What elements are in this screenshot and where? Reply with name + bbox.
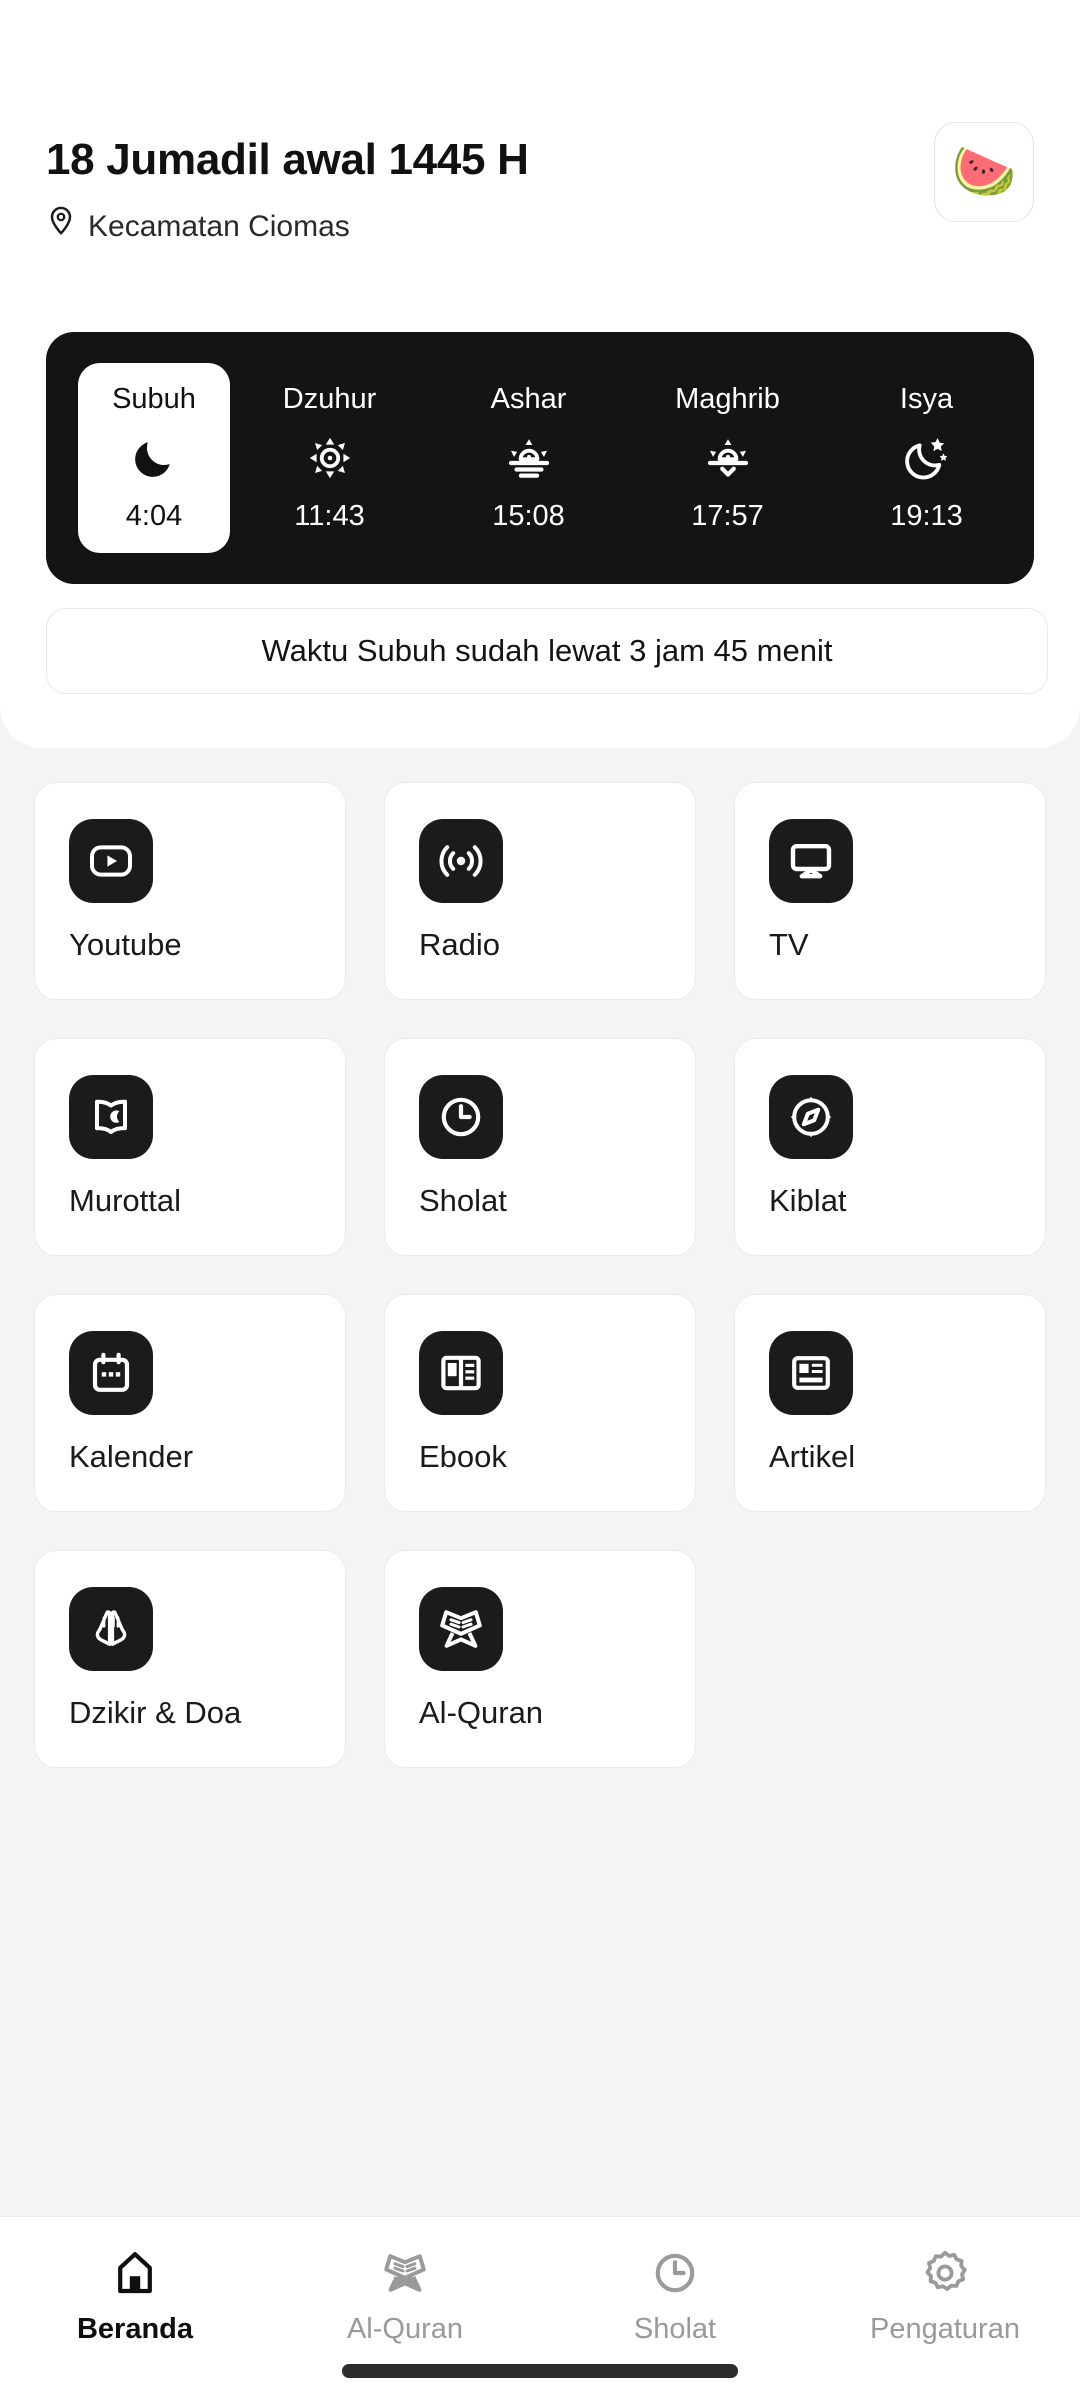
clock-icon bbox=[419, 1075, 503, 1159]
quran-icon bbox=[381, 2247, 429, 2299]
calendar-icon bbox=[69, 1331, 153, 1415]
praying-hands-icon bbox=[69, 1587, 153, 1671]
menu-card-ebook[interactable]: Ebook bbox=[384, 1294, 696, 1512]
menu-label: Youtube bbox=[69, 927, 182, 962]
menu-card-sholat[interactable]: Sholat bbox=[384, 1038, 696, 1256]
newspaper-icon bbox=[769, 1331, 853, 1415]
watermelon-icon: 🍉 bbox=[951, 143, 1017, 201]
app-screen: 8:16 | 0.0KB/s bbox=[0, 0, 1080, 2400]
prayer-name: Maghrib bbox=[675, 383, 780, 415]
menu-label: Dzikir & Doa bbox=[69, 1695, 242, 1730]
menu-label: Artikel bbox=[769, 1439, 856, 1474]
sun-icon bbox=[307, 434, 353, 482]
crescent-moon-icon bbox=[131, 434, 177, 482]
prayer-times-card: Subuh 4:04 Dzuhur 11:43 Ashar 15:08 Magh… bbox=[46, 332, 1034, 584]
menu-label: Kalender bbox=[69, 1439, 194, 1474]
menu-label: Murottal bbox=[69, 1183, 181, 1218]
nav-item-pengaturan[interactable]: Pengaturan bbox=[810, 2247, 1080, 2344]
location-row[interactable]: Kecamatan Ciomas bbox=[46, 206, 529, 247]
menu-label: Al-Quran bbox=[419, 1695, 544, 1730]
menu-label: Radio bbox=[419, 927, 500, 962]
prayer-time: 11:43 bbox=[294, 500, 365, 532]
nav-label: Sholat bbox=[633, 2313, 717, 2345]
header-left: 18 Jumadil awal 1445 H Kecamatan Ciomas bbox=[46, 122, 529, 247]
nav-item-sholat[interactable]: Sholat bbox=[540, 2247, 810, 2344]
youtube-icon bbox=[69, 819, 153, 903]
menu-card-tv[interactable]: TV bbox=[734, 782, 1046, 1000]
menu-card-kiblat[interactable]: Kiblat bbox=[734, 1038, 1046, 1256]
page-title: 18 Jumadil awal 1445 H bbox=[46, 135, 529, 184]
moon-stars-icon bbox=[904, 434, 950, 482]
prayer-status-text: Waktu Subuh sudah lewat 3 jam 45 menit bbox=[261, 633, 833, 668]
radio-waves-icon bbox=[419, 819, 503, 903]
nav-label: Beranda bbox=[76, 2313, 194, 2345]
prayer-time: 17:57 bbox=[691, 500, 764, 532]
menu-card-radio[interactable]: Radio bbox=[384, 782, 696, 1000]
ebook-icon bbox=[419, 1331, 503, 1415]
menu-label: TV bbox=[769, 927, 809, 962]
prayer-time: 15:08 bbox=[492, 500, 565, 532]
prayer-item-maghrib[interactable]: Maghrib 17:57 bbox=[628, 332, 827, 584]
prayer-name: Isya bbox=[899, 383, 954, 415]
menu-label: Sholat bbox=[419, 1183, 507, 1218]
prayer-status-banner: Waktu Subuh sudah lewat 3 jam 45 menit bbox=[46, 608, 1048, 694]
prayer-name: Subuh bbox=[112, 383, 196, 415]
prayer-item-ashar[interactable]: Ashar 15:08 bbox=[429, 332, 628, 584]
sunset-icon bbox=[705, 434, 751, 482]
menu-grid: Youtube Radio TV Murottal Sholat Kiblat … bbox=[34, 782, 1048, 1768]
nav-label: Pengaturan bbox=[870, 2313, 1020, 2345]
menu-card-youtube[interactable]: Youtube bbox=[34, 782, 346, 1000]
nav-item-beranda[interactable]: Beranda bbox=[0, 2247, 270, 2344]
prayer-name: Dzuhur bbox=[282, 383, 377, 415]
nav-label: Al-Quran bbox=[346, 2313, 464, 2345]
sun-horizon-icon bbox=[506, 434, 552, 482]
location-label: Kecamatan Ciomas bbox=[88, 209, 350, 243]
menu-label: Ebook bbox=[419, 1439, 507, 1474]
prayer-item-subuh[interactable]: Subuh 4:04 bbox=[78, 363, 230, 553]
map-pin-icon bbox=[46, 206, 76, 247]
menu-card-al-quran[interactable]: Al-Quran bbox=[384, 1550, 696, 1768]
profile-emoji-button[interactable]: 🍉 bbox=[934, 122, 1034, 222]
prayer-time: 4:04 bbox=[125, 500, 183, 532]
prayer-item-isya[interactable]: Isya 19:13 bbox=[827, 332, 1026, 584]
header: 18 Jumadil awal 1445 H Kecamatan Ciomas … bbox=[0, 122, 1080, 247]
compass-icon bbox=[769, 1075, 853, 1159]
home-icon bbox=[111, 2247, 159, 2299]
menu-card-artikel[interactable]: Artikel bbox=[734, 1294, 1046, 1512]
prayer-item-dzuhur[interactable]: Dzuhur 11:43 bbox=[230, 332, 429, 584]
prayer-time: 19:13 bbox=[890, 500, 963, 532]
quran-icon bbox=[419, 1587, 503, 1671]
prayer-name: Ashar bbox=[490, 383, 567, 415]
menu-card-dzikir-doa[interactable]: Dzikir & Doa bbox=[34, 1550, 346, 1768]
gesture-bar[interactable] bbox=[342, 2364, 738, 2378]
nav-item-al-quran[interactable]: Al-Quran bbox=[270, 2247, 540, 2344]
clock-icon bbox=[651, 2247, 699, 2299]
tv-icon bbox=[769, 819, 853, 903]
menu-card-kalender[interactable]: Kalender bbox=[34, 1294, 346, 1512]
gear-icon bbox=[921, 2247, 969, 2299]
open-book-moon-icon bbox=[69, 1075, 153, 1159]
menu-label: Kiblat bbox=[769, 1183, 847, 1218]
menu-card-murottal[interactable]: Murottal bbox=[34, 1038, 346, 1256]
